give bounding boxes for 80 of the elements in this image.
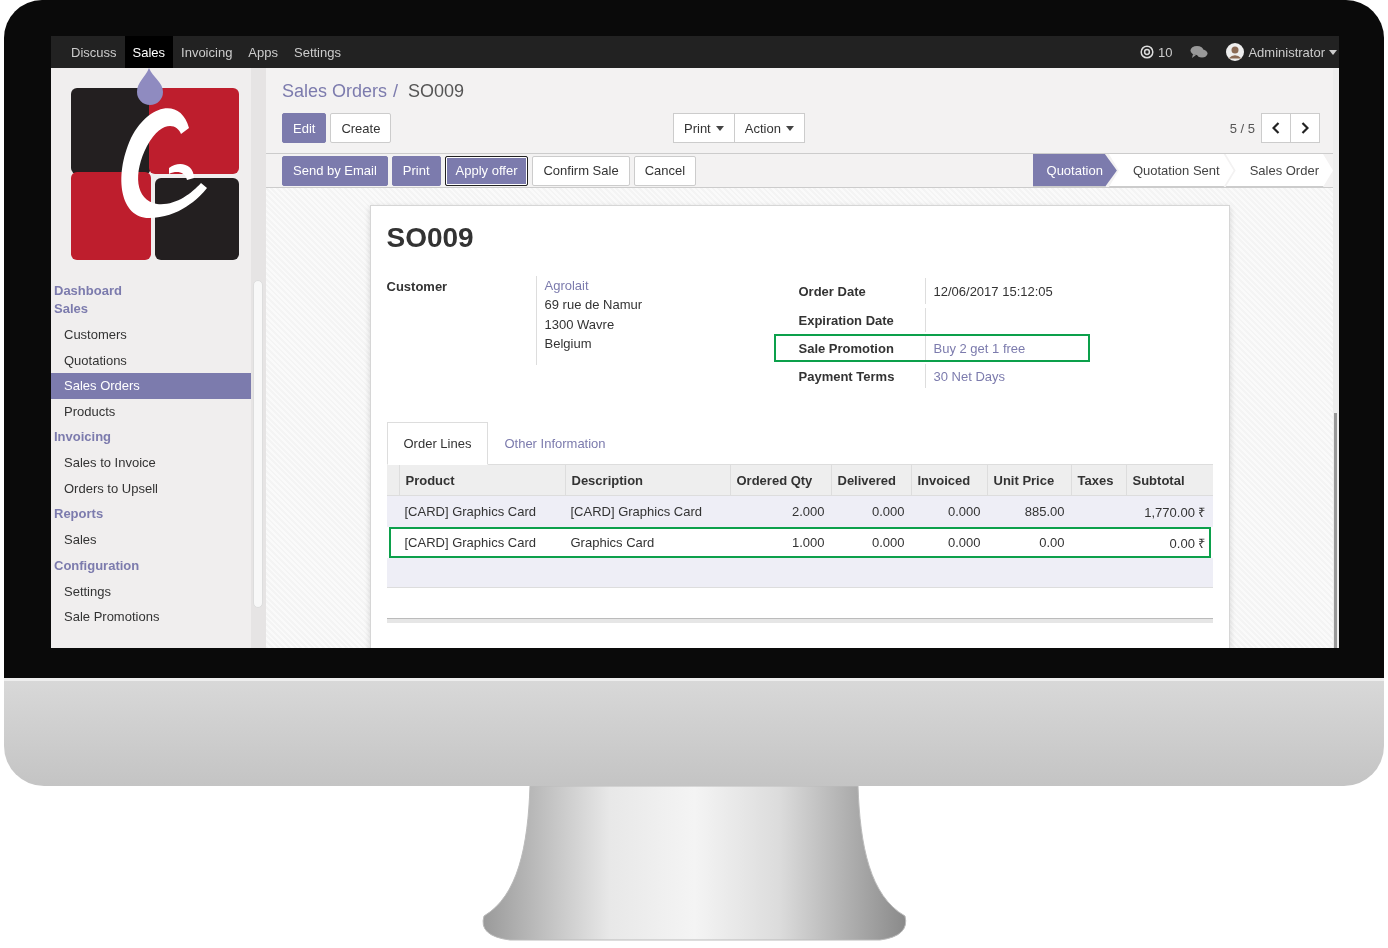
workflow-button[interactable]: Confirm Sale <box>532 155 630 186</box>
field-label: Sale Promotion <box>775 336 926 360</box>
caret-icon <box>785 125 794 131</box>
previous-button[interactable] <box>1261 113 1291 143</box>
table-cell: 0.000 <box>947 504 981 519</box>
field-label: Expiration Date <box>775 308 926 332</box>
field-link[interactable]: Buy 2 get 1 free <box>933 340 1026 356</box>
sidebar-item[interactable]: Sale Promotions <box>51 604 251 630</box>
action-dropdown[interactable]: Action <box>734 113 805 143</box>
table-cell: [CARD] Graphics Card <box>404 504 536 519</box>
table-cell: [CARD] Graphics Card <box>404 535 536 550</box>
field-value: 12/06/2017 15:12:05 <box>933 283 1053 299</box>
nav-menu-item[interactable]: Invoicing <box>173 36 241 68</box>
sidebar-item[interactable]: Sales Orders <box>51 373 251 399</box>
chat-bubbles-icon[interactable] <box>1190 45 1209 59</box>
sidebar-item[interactable]: Quotations <box>51 347 251 373</box>
user-menu[interactable]: Administrator <box>1226 43 1337 61</box>
table-cell: 1.000 <box>791 535 825 550</box>
column-header[interactable]: Description <box>564 465 730 495</box>
nav-menu-item[interactable]: Apps <box>240 36 286 68</box>
status-stage[interactable]: Quotation <box>1032 154 1117 187</box>
scrollbar[interactable] <box>253 280 263 608</box>
address-line: 1300 Wavre <box>544 315 616 334</box>
avatar-icon <box>1226 43 1245 61</box>
record-title: SO009 <box>386 222 475 255</box>
column-header[interactable]: Product <box>398 465 565 495</box>
column-header[interactable]: Subtotal <box>1125 465 1212 495</box>
nav-menu-item[interactable]: Discuss <box>63 36 125 68</box>
column-header[interactable]: Ordered Qty <box>729 465 831 495</box>
table-cell: 885.00 <box>1024 504 1065 519</box>
scrollbar[interactable] <box>1334 413 1337 648</box>
sidebar-item[interactable]: Orders to Upsell <box>51 475 251 501</box>
caret-icon <box>715 125 724 131</box>
breadcrumb-link[interactable]: Sales Orders <box>282 80 388 102</box>
next-button[interactable] <box>1291 113 1320 143</box>
table-cell: [CARD] Graphics Card <box>570 504 702 519</box>
chevron-right-icon <box>1301 122 1309 134</box>
field-link[interactable]: 30 Net Days <box>933 368 1006 384</box>
status-stage[interactable]: Quotation Sent <box>1108 154 1234 187</box>
table-cell: 0.00 <box>1039 535 1065 550</box>
table-cell: 0.00 ₹ <box>1169 535 1206 551</box>
sidebar-item[interactable]: Sales <box>51 527 251 553</box>
column-header[interactable]: Invoiced <box>910 465 987 495</box>
sidebar-item[interactable]: Sales to Invoice <box>51 450 251 476</box>
table-cell: 0.000 <box>871 504 905 519</box>
edit-button[interactable]: Edit <box>282 113 327 143</box>
print-dropdown[interactable]: Print <box>673 113 735 143</box>
table-cell: 2.000 <box>791 504 825 519</box>
status-stage[interactable]: Sales Order <box>1225 154 1333 187</box>
table-cell: Graphics Card <box>570 535 655 550</box>
column-header[interactable]: Taxes <box>1070 465 1126 495</box>
notebook-tab[interactable]: Order Lines <box>386 422 489 465</box>
table-cell: 0.000 <box>871 535 905 550</box>
sidebar-item[interactable]: Customers <box>51 322 251 348</box>
create-button[interactable]: Create <box>330 113 392 143</box>
customer-link[interactable]: Agrolait <box>544 276 643 296</box>
sidebar-item[interactable]: Settings <box>51 578 251 604</box>
workflow-button[interactable]: Send by Email <box>282 155 388 186</box>
column-header[interactable]: Unit Price <box>986 465 1071 495</box>
sidebar-item[interactable]: Products <box>51 398 251 424</box>
field-label: Order Date <box>775 278 926 304</box>
field-label: Payment Terms <box>775 364 926 388</box>
address-line: 69 rue de Namur <box>544 296 643 315</box>
workflow-button[interactable]: Apply offer <box>444 155 529 186</box>
workflow-button[interactable]: Print <box>391 155 441 186</box>
mentions-counter[interactable]: 10 <box>1139 44 1173 60</box>
chevron-left-icon <box>1272 122 1280 134</box>
breadcrumb-separator: / <box>393 80 399 102</box>
nav-menu-item[interactable]: Settings <box>286 36 349 68</box>
notebook-tab[interactable]: Other Information <box>488 422 622 464</box>
nav-menu-item[interactable]: Sales <box>124 36 174 68</box>
workflow-button[interactable]: Cancel <box>633 155 697 186</box>
table-cell: 0.000 <box>947 535 981 550</box>
breadcrumb-current: SO009 <box>408 80 465 102</box>
pager-counter: 5 / 5 <box>1229 120 1255 136</box>
address-line: Belgium <box>544 334 593 353</box>
column-header[interactable]: Delivered <box>830 465 911 495</box>
table-cell: 1,770.00 ₹ <box>1144 504 1206 520</box>
field-label: Customer <box>386 276 537 365</box>
caret-icon <box>1329 49 1337 55</box>
